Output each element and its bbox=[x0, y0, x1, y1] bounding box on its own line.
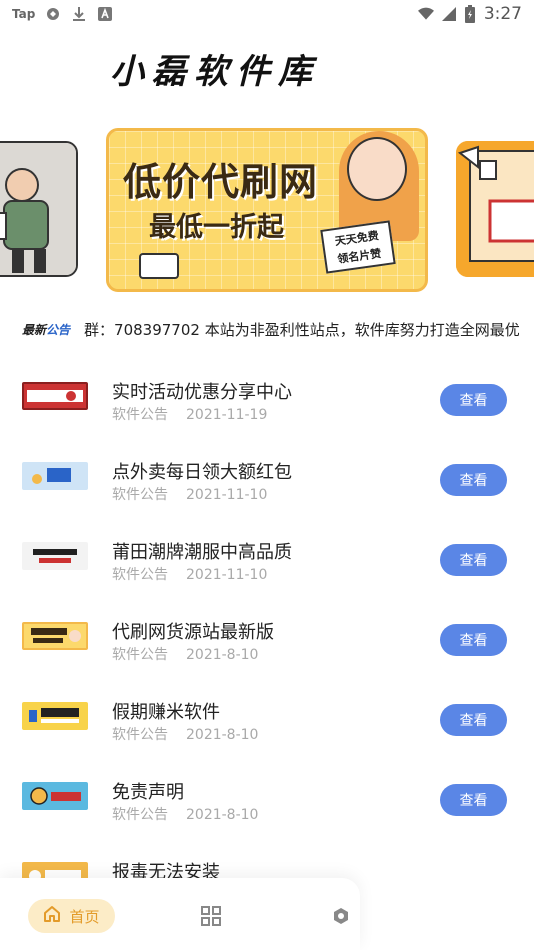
banner-slide-active[interactable]: 低价代刷网 最低一折起 天天免费 领名片赞 bbox=[106, 128, 428, 292]
view-button[interactable]: 查看 bbox=[440, 784, 507, 816]
item-thumbnail bbox=[22, 782, 88, 810]
status-bar-right: 3:27 bbox=[417, 4, 522, 24]
font-icon bbox=[97, 6, 113, 22]
notice-badge-new: 最新 bbox=[22, 322, 47, 337]
item-category: 软件公告 bbox=[112, 807, 168, 823]
item-title: 莆田潮牌潮服中高品质 bbox=[112, 542, 292, 563]
list-item[interactable]: 代刷网货源站最新版 软件公告 2021-8-10 查看 bbox=[0, 600, 534, 680]
item-category: 软件公告 bbox=[112, 647, 168, 663]
nav-category-tab[interactable] bbox=[200, 905, 222, 927]
page-title: 小磊软件库 bbox=[110, 52, 320, 92]
list-item[interactable]: 点外卖每日领大额红包 软件公告 2021-11-10 查看 bbox=[0, 440, 534, 520]
item-category: 软件公告 bbox=[112, 567, 168, 583]
banner-slide-previous[interactable] bbox=[0, 141, 78, 277]
item-meta: 软件公告 2021-11-10 bbox=[112, 484, 267, 504]
bottom-navigation: 首页 bbox=[0, 878, 360, 950]
banner-slide-next[interactable] bbox=[456, 141, 534, 277]
banner-illustration-left bbox=[0, 143, 76, 275]
status-bar-left: Tap bbox=[12, 6, 113, 22]
item-meta: 软件公告 2021-8-10 bbox=[112, 724, 258, 744]
view-button[interactable]: 查看 bbox=[440, 384, 507, 416]
item-date: 2021-11-19 bbox=[186, 407, 268, 423]
nav-home-label: 首页 bbox=[69, 907, 100, 926]
signal-icon bbox=[440, 6, 456, 22]
grid-icon bbox=[201, 906, 221, 926]
list-item[interactable]: 假期赚米软件 软件公告 2021-8-10 查看 bbox=[0, 680, 534, 760]
item-date: 2021-8-10 bbox=[186, 807, 259, 823]
list-item[interactable]: 莆田潮牌潮服中高品质 软件公告 2021-11-10 查看 bbox=[0, 520, 534, 600]
item-title: 点外卖每日领大额红包 bbox=[112, 462, 292, 483]
item-meta: 软件公告 2021-11-19 bbox=[112, 404, 267, 424]
item-category: 软件公告 bbox=[112, 487, 168, 503]
battery-icon bbox=[462, 5, 478, 23]
item-date: 2021-11-10 bbox=[186, 567, 268, 583]
sync-icon bbox=[45, 6, 61, 22]
item-date: 2021-11-10 bbox=[186, 487, 268, 503]
status-bar: Tap 3:27 bbox=[0, 0, 534, 28]
list-item[interactable]: 实时活动优惠分享中心 软件公告 2021-11-19 查看 bbox=[0, 360, 534, 440]
item-category: 软件公告 bbox=[112, 407, 168, 423]
banner-subheadline: 最低一折起 bbox=[149, 212, 284, 243]
notice-ticker[interactable]: 最新公告 群：708397702 本站为非盈利性站点，软件库努力打造全网最优 bbox=[0, 314, 534, 344]
view-button[interactable]: 查看 bbox=[440, 544, 507, 576]
item-meta: 软件公告 2021-8-10 bbox=[112, 644, 258, 664]
item-thumbnail bbox=[22, 622, 88, 650]
item-title: 实时活动优惠分享中心 bbox=[112, 382, 292, 403]
item-date: 2021-8-10 bbox=[186, 727, 259, 743]
wifi-icon bbox=[417, 6, 434, 22]
item-meta: 软件公告 2021-11-10 bbox=[112, 564, 267, 584]
view-button[interactable]: 查看 bbox=[440, 464, 507, 496]
status-time: 3:27 bbox=[483, 4, 522, 24]
notice-badge-label: 公告 bbox=[46, 322, 71, 337]
status-app-label: Tap bbox=[12, 7, 36, 21]
item-category: 软件公告 bbox=[112, 727, 168, 743]
item-thumbnail bbox=[22, 702, 88, 730]
nav-home-tab[interactable]: 首页 bbox=[28, 899, 115, 933]
notice-badge: 最新公告 bbox=[22, 321, 70, 338]
view-button[interactable]: 查看 bbox=[440, 704, 507, 736]
compass-icon bbox=[334, 908, 348, 924]
item-date: 2021-8-10 bbox=[186, 647, 259, 663]
item-thumbnail bbox=[22, 462, 88, 490]
notice-text: 群：708397702 本站为非盈利性站点，软件库努力打造全网最优 bbox=[84, 320, 520, 339]
item-title: 代刷网货源站最新版 bbox=[112, 622, 274, 643]
banner-headline: 低价代刷网 bbox=[123, 160, 319, 204]
item-thumbnail bbox=[22, 542, 88, 570]
banner-carousel[interactable]: 低价代刷网 最低一折起 天天免费 领名片赞 bbox=[0, 126, 534, 294]
banner-girl-face bbox=[347, 137, 407, 201]
list-item[interactable]: 免责声明 软件公告 2021-8-10 查看 bbox=[0, 760, 534, 840]
item-thumbnail bbox=[22, 382, 88, 410]
announcement-list: 实时活动优惠分享中心 软件公告 2021-11-19 查看 点外卖每日领大额红包 … bbox=[0, 360, 534, 920]
item-title: 假期赚米软件 bbox=[112, 702, 220, 723]
banner-illustration-right bbox=[456, 141, 534, 277]
home-icon bbox=[43, 905, 61, 927]
download-icon bbox=[71, 6, 87, 22]
item-meta: 软件公告 2021-8-10 bbox=[112, 804, 258, 824]
item-title: 免责声明 bbox=[112, 782, 184, 803]
nav-profile-tab[interactable] bbox=[331, 906, 351, 926]
view-button[interactable]: 查看 bbox=[440, 624, 507, 656]
megaphone-icon bbox=[139, 253, 179, 279]
